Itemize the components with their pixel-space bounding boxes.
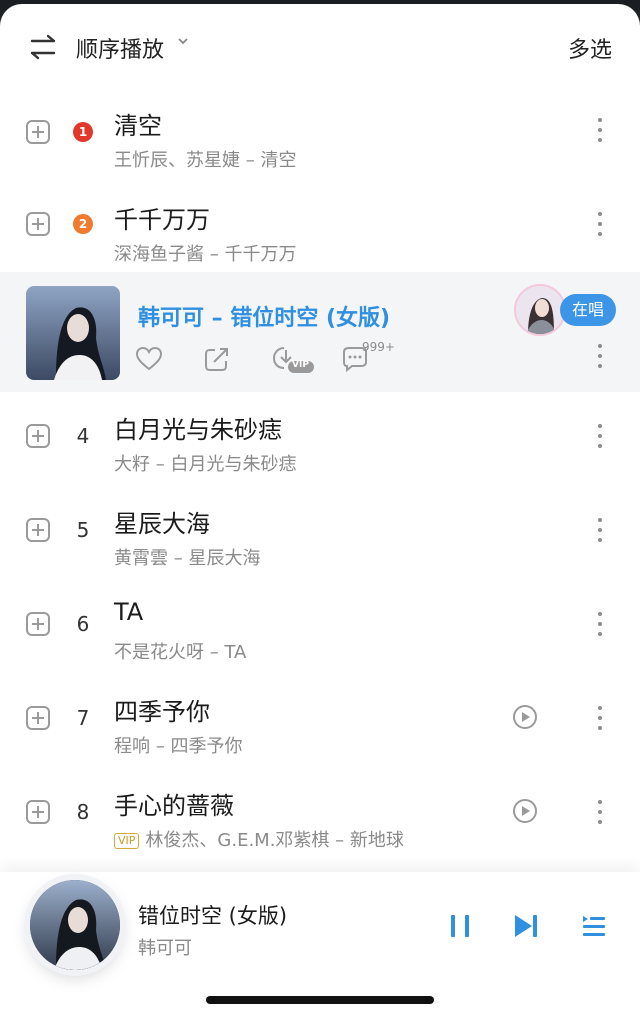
multi-select-button[interactable]: 多选 <box>568 32 612 64</box>
rank-badge: 2 <box>73 214 93 234</box>
rank-number: 4 <box>76 424 90 448</box>
song-subtitle: 大籽 – 白月光与朱砂痣 <box>114 454 297 475</box>
add-icon[interactable] <box>26 518 50 542</box>
shuffle-order-icon[interactable] <box>28 34 58 60</box>
vip-badge: VIP <box>114 833 140 849</box>
rank-number: 6 <box>76 612 90 636</box>
singer-avatar <box>514 284 566 336</box>
player-song-title: 错位时空 (女版) <box>138 904 288 928</box>
add-icon[interactable] <box>26 424 50 448</box>
play-video-icon[interactable] <box>512 798 538 824</box>
song-row[interactable]: 4 白月光与朱砂痣 大籽 – 白月光与朱砂痣 <box>0 394 640 486</box>
add-icon[interactable] <box>26 706 50 730</box>
more-icon[interactable] <box>596 800 604 828</box>
song-title: 手心的蔷薇 <box>114 792 234 820</box>
player-album-art[interactable] <box>30 880 120 970</box>
home-indicator <box>206 996 434 1004</box>
playlist-header: 顺序播放 多选 <box>0 4 640 90</box>
more-icon[interactable] <box>596 212 604 240</box>
rank-badge: 1 <box>73 122 93 142</box>
heart-icon[interactable] <box>134 344 164 374</box>
add-icon[interactable] <box>26 212 50 236</box>
mini-player[interactable]: 错位时空 (女版) 韩可可 <box>0 872 640 1016</box>
now-playing-row[interactable]: 韩可可 – 错位时空 (女版) VIP 999+ 在唱 <box>0 272 640 392</box>
song-row[interactable]: 2 千千万万 深海鱼子酱 – 千千万万 <box>0 182 640 274</box>
song-title: 清空 <box>114 112 162 140</box>
share-icon[interactable] <box>202 344 232 374</box>
play-video-icon[interactable] <box>512 704 538 730</box>
rank-number: 8 <box>76 800 90 824</box>
add-icon[interactable] <box>26 800 50 824</box>
song-subtitle: 王忻辰、苏星婕 – 清空 <box>114 150 297 171</box>
more-icon[interactable] <box>596 424 604 452</box>
add-icon[interactable] <box>26 612 50 636</box>
playlist-sheet: 顺序播放 多选 1 清空 王忻辰、苏星婕 – 清空 2 千千万万 深海鱼子酱 –… <box>0 4 640 1016</box>
song-subtitle: 程响 – 四季予你 <box>114 736 243 757</box>
now-playing-title: 韩可可 – 错位时空 (女版) <box>138 306 391 331</box>
album-cover[interactable] <box>26 286 120 380</box>
play-mode-label[interactable]: 顺序播放 <box>76 32 164 64</box>
next-track-icon[interactable] <box>512 912 540 940</box>
rank-number: 7 <box>76 706 90 730</box>
song-subtitle: VIP 林俊杰、G.E.M.邓紫棋 – 新地球 <box>114 826 404 852</box>
more-icon[interactable] <box>596 612 604 640</box>
song-row[interactable]: 5 星辰大海 黄霄雲 – 星辰大海 <box>0 488 640 580</box>
live-singing-button[interactable]: 在唱 <box>514 284 616 336</box>
song-row[interactable]: 8 手心的蔷薇 VIP 林俊杰、G.E.M.邓紫棋 – 新地球 <box>0 770 640 862</box>
player-artist: 韩可可 <box>138 938 192 959</box>
comment-count: 999+ <box>362 340 395 354</box>
song-title: 星辰大海 <box>114 510 210 538</box>
song-row[interactable]: 6 TA 不是花火呀 – TA <box>0 582 640 674</box>
pause-icon[interactable] <box>446 912 474 940</box>
song-title: TA <box>114 598 144 626</box>
more-icon[interactable] <box>596 344 604 372</box>
chevron-down-icon[interactable] <box>176 34 190 48</box>
vip-label: VIP <box>292 360 309 370</box>
song-subtitle-text: 林俊杰、G.E.M.邓紫棋 – 新地球 <box>145 830 404 851</box>
song-row[interactable]: 7 四季予你 程响 – 四季予你 <box>0 676 640 768</box>
more-icon[interactable] <box>596 518 604 546</box>
rank-number: 5 <box>76 518 90 542</box>
live-tag: 在唱 <box>560 294 616 326</box>
more-icon[interactable] <box>596 118 604 146</box>
add-icon[interactable] <box>26 120 50 144</box>
song-subtitle: 不是花火呀 – TA <box>114 642 247 663</box>
song-row[interactable]: 1 清空 王忻辰、苏星婕 – 清空 <box>0 90 640 182</box>
song-title: 白月光与朱砂痣 <box>114 416 282 444</box>
song-title: 千千万万 <box>114 206 210 234</box>
playlist-icon[interactable] <box>580 912 608 940</box>
more-icon[interactable] <box>596 706 604 734</box>
song-subtitle: 黄霄雲 – 星辰大海 <box>114 548 261 569</box>
song-subtitle: 深海鱼子酱 – 千千万万 <box>114 244 297 265</box>
song-title: 四季予你 <box>114 698 210 726</box>
